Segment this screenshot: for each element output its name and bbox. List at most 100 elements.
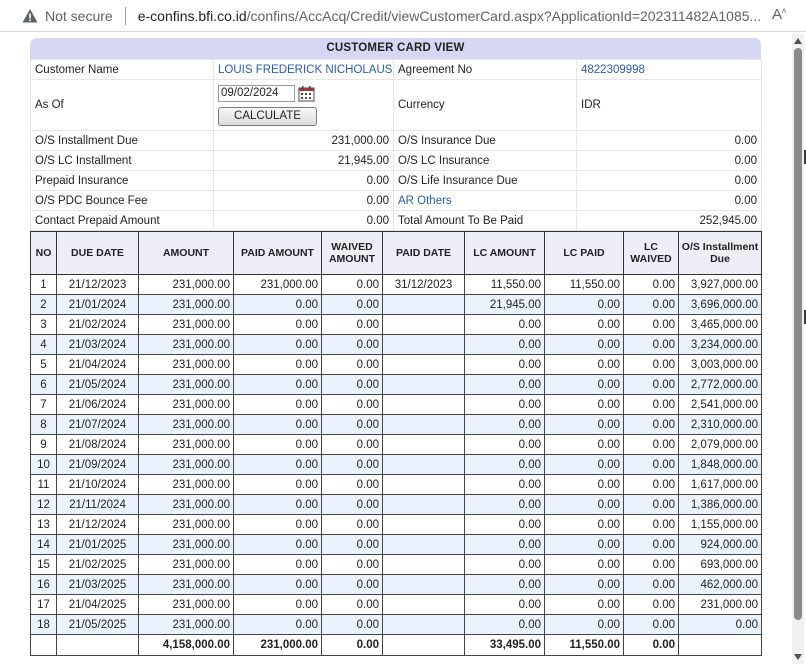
url-text[interactable]: e-confins.bfi.co.id/confins/AccAcq/Credi…: [138, 8, 766, 24]
address-divider: [124, 6, 126, 25]
table-cell: 0.00: [544, 334, 624, 355]
table-row: 17 21/04/2025 231,000.00 0.00 0.00 0.00 0.00 0.…: [30, 594, 762, 615]
table-cell: 0.00: [321, 414, 383, 435]
table-cell: 2: [30, 294, 57, 315]
customer-name-value: LOUIS FREDERICK NICHOLAUS: [213, 59, 394, 80]
schedule-header-cell: WAIVED AMOUNT: [321, 231, 383, 275]
summary-value: 0.00: [213, 170, 394, 191]
table-cell: 231,000.00: [678, 594, 762, 615]
total-cell: [56, 634, 139, 656]
table-cell: [382, 574, 465, 595]
summary-label: Prepaid Insurance: [30, 170, 214, 191]
table-row: 7 21/06/2024 231,000.00 0.00 0.00 0.00 0.00 0.0…: [30, 394, 762, 415]
table-cell: [382, 374, 465, 395]
table-cell: 231,000.00: [138, 534, 234, 555]
table-cell: 31/12/2023: [382, 274, 465, 295]
table-cell: 231,000.00: [138, 514, 234, 535]
table-cell: 1,848,000.00: [678, 454, 762, 475]
table-cell: 231,000.00: [138, 354, 234, 375]
not-secure-label[interactable]: Not secure: [45, 8, 113, 24]
as-of-label: As Of: [30, 79, 214, 131]
installment-schedule-table: NO DUE DATE AMOUNT PAID AMOUNT WAIVED AMOUNT…: [30, 231, 762, 656]
summary-label: O/S LC Insurance: [393, 150, 577, 171]
table-cell: 0.00: [321, 554, 383, 575]
table-cell: 0.00: [544, 454, 624, 475]
address-bar[interactable]: Not secure e-confins.bfi.co.id/confins/A…: [0, 0, 806, 32]
table-cell: 0.00: [464, 554, 545, 575]
as-of-date-input[interactable]: [218, 84, 295, 102]
vertical-scrollbar[interactable]: [792, 34, 804, 664]
table-cell: 0.00: [623, 614, 679, 635]
table-cell: 8: [30, 414, 57, 435]
table-cell: [382, 554, 465, 575]
schedule-header-cell: PAID AMOUNT: [233, 231, 322, 275]
table-cell: 11,550.00: [464, 274, 545, 295]
total-cell: 4,158,000.00: [138, 634, 234, 656]
table-cell: 21/12/2023: [56, 274, 139, 295]
table-cell: [382, 454, 465, 475]
scroll-down-arrow-icon[interactable]: [794, 654, 802, 660]
table-cell: 0.00: [464, 534, 545, 555]
table-cell: 0.00: [321, 474, 383, 495]
summary-value: 21,945.00: [213, 150, 394, 171]
table-cell: 1,617,000.00: [678, 474, 762, 495]
table-cell: 0.00: [464, 594, 545, 615]
table-cell: 21/04/2024: [56, 354, 139, 375]
schedule-header-cell: NO: [30, 231, 57, 275]
table-cell: 0.00: [623, 554, 679, 575]
table-cell: 0.00: [623, 534, 679, 555]
currency-value: IDR: [576, 79, 762, 131]
table-cell: 924,000.00: [678, 534, 762, 555]
table-cell: 231,000.00: [138, 614, 234, 635]
table-cell: 0.00: [623, 514, 679, 535]
table-cell: 21/03/2024: [56, 334, 139, 355]
table-cell: 3,927,000.00: [678, 274, 762, 295]
table-cell: 0.00: [321, 614, 383, 635]
summary-value: 231,000.00: [213, 130, 394, 151]
table-cell: 231,000.00: [138, 574, 234, 595]
table-cell: 3: [30, 314, 57, 335]
table-cell: 0.00: [464, 574, 545, 595]
table-cell: [382, 314, 465, 335]
table-cell: 0.00: [321, 594, 383, 615]
total-cell: 231,000.00: [233, 634, 322, 656]
table-row: 6 21/05/2024 231,000.00 0.00 0.00 0.00 0.00 0.0…: [30, 374, 762, 395]
table-cell: 0.00: [321, 294, 383, 315]
schedule-header-cell: PAID DATE: [382, 231, 465, 275]
ar-others-link[interactable]: AR Others: [393, 190, 577, 211]
table-cell: 0.00: [544, 574, 624, 595]
calculate-button[interactable]: CALCULATE: [218, 106, 317, 126]
table-row: 16 21/03/2025 231,000.00 0.00 0.00 0.00 0.00 0.…: [30, 574, 762, 595]
warning-icon[interactable]: [22, 8, 38, 24]
table-cell: 11,550.00: [544, 274, 624, 295]
table-cell: [382, 514, 465, 535]
table-cell: 0.00: [321, 494, 383, 515]
table-cell: 0.00: [321, 274, 383, 295]
table-cell: 1,155,000.00: [678, 514, 762, 535]
table-cell: 0.00: [233, 614, 322, 635]
scroll-up-arrow-icon[interactable]: [794, 38, 802, 44]
table-cell: 0.00: [678, 614, 762, 635]
currency-label: Currency: [393, 79, 577, 131]
table-cell: 0.00: [464, 354, 545, 375]
table-cell: [382, 354, 465, 375]
table-cell: 0.00: [464, 314, 545, 335]
table-cell: 10: [30, 454, 57, 475]
table-cell: 0.00: [544, 414, 624, 435]
table-cell: 0.00: [464, 614, 545, 635]
table-cell: 2,772,000.00: [678, 374, 762, 395]
table-cell: 0.00: [233, 594, 322, 615]
table-cell: [382, 294, 465, 315]
table-row: 11 21/10/2024 231,000.00 0.00 0.00 0.00 0.00 0.…: [30, 474, 762, 495]
calendar-icon[interactable]: [298, 85, 316, 106]
table-cell: 0.00: [623, 374, 679, 395]
table-cell: 3,465,000.00: [678, 314, 762, 335]
table-cell: 3,003,000.00: [678, 354, 762, 375]
scrollbar-thumb[interactable]: [794, 48, 802, 620]
table-cell: 231,000.00: [138, 294, 234, 315]
table-cell: 21/01/2025: [56, 534, 139, 555]
reader-mode-icon[interactable]: Aʌ: [772, 6, 786, 23]
table-cell: 0.00: [233, 354, 322, 375]
table-cell: 21/11/2024: [56, 494, 139, 515]
schedule-header-cell: DUE DATE: [56, 231, 139, 275]
